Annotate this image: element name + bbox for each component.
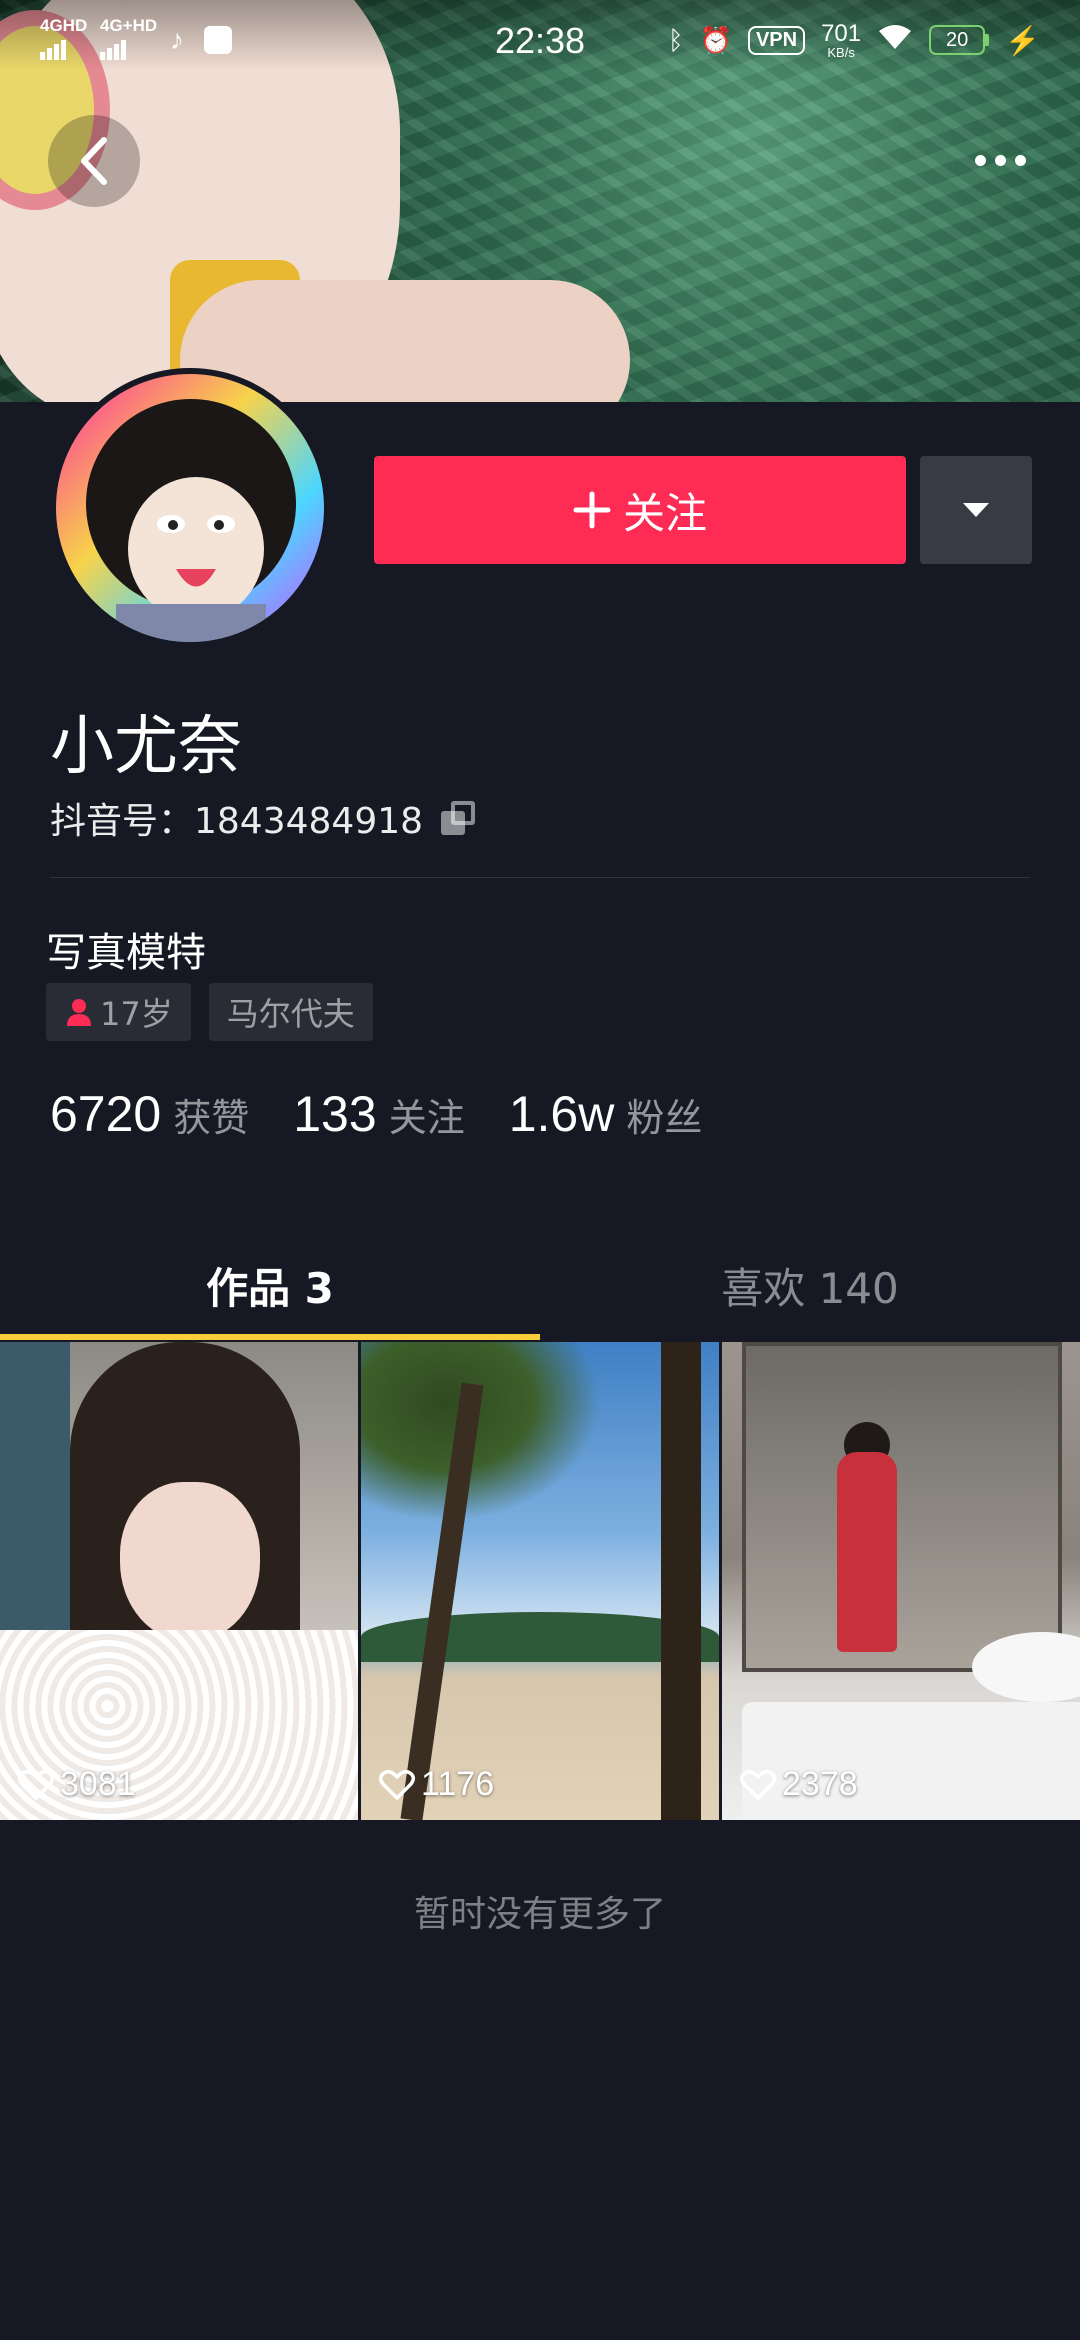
video-likes: 3081 bbox=[18, 1765, 136, 1804]
heart-outline-icon bbox=[740, 1769, 776, 1800]
tab-works[interactable]: 作品 3 bbox=[0, 1230, 540, 1340]
avatar[interactable] bbox=[50, 368, 330, 648]
plus-icon bbox=[573, 491, 611, 529]
profile-tabs: 作品 3 喜欢 140 bbox=[0, 1230, 1080, 1340]
video-likes: 1176 bbox=[379, 1765, 494, 1804]
likes-stat[interactable]: 6720 获赞 bbox=[50, 1085, 249, 1143]
profile-stats: 6720 获赞 133 关注 1.6w 粉丝 bbox=[50, 1085, 746, 1143]
video-thumbnail[interactable]: 2378 bbox=[722, 1342, 1080, 1820]
status-bar: 4GHD 4G+HD ♪ 22:38 ᛒ ⏰ VPN 701 KB/s 20 ⚡ bbox=[0, 0, 1080, 80]
tab-likes[interactable]: 喜欢 140 bbox=[540, 1230, 1080, 1340]
heart-outline-icon bbox=[18, 1769, 54, 1800]
douyin-id-row: 抖音号：1843484918 bbox=[50, 792, 476, 844]
location-tag: 马尔代夫 bbox=[208, 983, 373, 1041]
video-thumbnail[interactable]: 3081 bbox=[0, 1342, 358, 1820]
following-count: 133 bbox=[293, 1086, 377, 1142]
douyin-id: 抖音号：1843484918 bbox=[50, 801, 424, 842]
age-tag: 17岁 bbox=[46, 983, 191, 1041]
video-thumbnail[interactable]: 1176 bbox=[361, 1342, 719, 1820]
female-person-icon bbox=[67, 999, 91, 1026]
section-divider bbox=[50, 877, 1030, 878]
age-tag-label: 17岁 bbox=[100, 995, 173, 1033]
video-likes-count: 2378 bbox=[782, 1765, 858, 1803]
follow-button-label: 关注 bbox=[622, 488, 707, 538]
followers-label: 粉丝 bbox=[626, 1096, 703, 1140]
video-likes-count: 3081 bbox=[60, 1765, 136, 1803]
back-button[interactable] bbox=[48, 115, 140, 207]
likes-count: 6720 bbox=[50, 1086, 162, 1142]
profile-bio: 写真模特 bbox=[46, 930, 206, 976]
video-likes-count: 1176 bbox=[421, 1765, 495, 1803]
video-likes: 2378 bbox=[740, 1765, 858, 1804]
tab-active-indicator bbox=[0, 1334, 540, 1340]
more-dots-icon bbox=[974, 154, 986, 166]
chevron-left-icon bbox=[81, 137, 107, 185]
profile-name: 小尤奈 bbox=[50, 710, 242, 784]
caret-down-icon bbox=[963, 503, 989, 517]
likes-label: 获赞 bbox=[173, 1096, 250, 1140]
no-more-content-text: 暂时没有更多了 bbox=[413, 1894, 666, 1935]
avatar-anime-girl-image bbox=[86, 399, 296, 642]
following-label: 关注 bbox=[388, 1096, 465, 1140]
location-tag-label: 马尔代夫 bbox=[226, 995, 355, 1033]
more-options-button[interactable] bbox=[960, 130, 1040, 190]
following-stat[interactable]: 133 关注 bbox=[293, 1085, 464, 1143]
recommend-dropdown-button[interactable] bbox=[920, 456, 1032, 564]
copy-icon[interactable] bbox=[441, 801, 476, 835]
profile-tags: 17岁 马尔代夫 bbox=[46, 983, 373, 1041]
video-grid: 3081 1176 2378 bbox=[0, 1342, 1080, 1820]
tab-works-label: 作品 3 bbox=[206, 1263, 334, 1313]
heart-outline-icon bbox=[379, 1769, 415, 1800]
tab-likes-label: 喜欢 140 bbox=[721, 1263, 899, 1313]
clock: 22:38 bbox=[494, 20, 586, 61]
followers-stat[interactable]: 1.6w 粉丝 bbox=[509, 1085, 703, 1143]
followers-count: 1.6w bbox=[508, 1086, 615, 1142]
follow-button[interactable]: 关注 bbox=[374, 456, 906, 564]
